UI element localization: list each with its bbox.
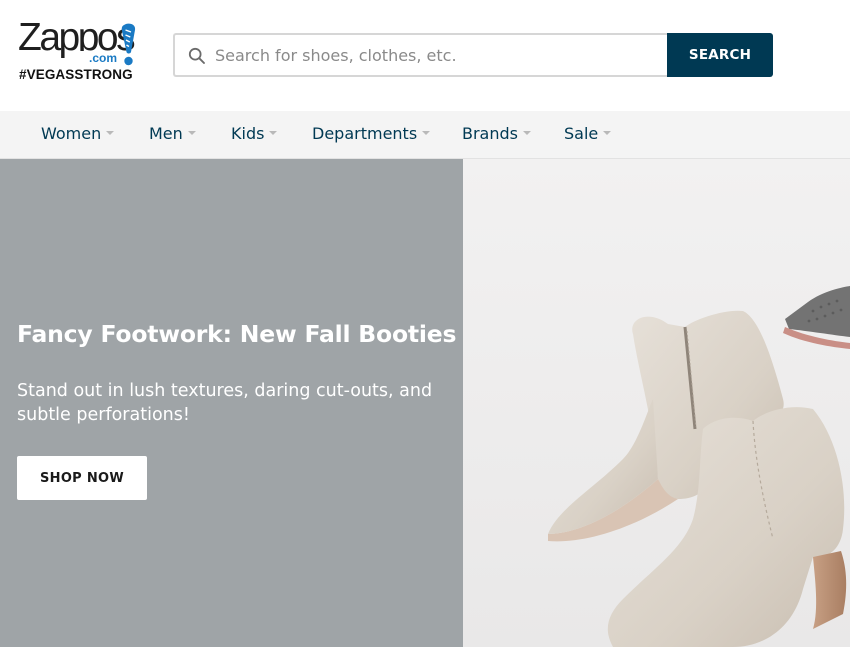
suede-ankle-booties-image [463, 159, 850, 647]
nav-item-label: Men [149, 124, 183, 143]
nav-item-women[interactable]: Women [41, 111, 115, 158]
search-button[interactable]: SEARCH [667, 33, 773, 77]
nav-item-men[interactable]: Men [149, 111, 196, 158]
hero-title: Fancy Footwork: New Fall Booties [17, 320, 457, 348]
hero-subtitle: Stand out in lush textures, daring cut-o… [17, 381, 433, 425]
nav-item-label: Women [41, 124, 102, 143]
chevron-down-icon [187, 130, 196, 135]
shop-now-button[interactable]: SHOP NOW [17, 456, 147, 500]
logo-shoe-icon [121, 23, 136, 66]
zappos-logo[interactable]: Zappos .com #VEGASSTRONG [18, 18, 142, 88]
nav-item-label: Departments [312, 124, 418, 143]
nav-item-departments[interactable]: Departments [312, 111, 431, 158]
chevron-down-icon [269, 130, 278, 135]
search-input[interactable] [215, 41, 655, 69]
logo-domain-suffix: .com [74, 51, 120, 65]
vegas-strong-hashtag: #VEGASSTRONG [19, 67, 133, 82]
nav-item-brands[interactable]: Brands [462, 111, 531, 158]
hero-image-panel[interactable] [463, 159, 850, 647]
search-icon [188, 47, 205, 64]
search-field-box[interactable] [173, 33, 668, 77]
chevron-down-icon [523, 130, 531, 135]
nav-item-kids[interactable]: Kids [231, 111, 278, 158]
nav-item-label: Sale [564, 124, 599, 143]
search-bar: SEARCH [173, 33, 773, 77]
nav-item-label: Brands [462, 124, 518, 143]
nav-item-sale[interactable]: Sale [564, 111, 612, 158]
hero-text-panel: Fancy Footwork: New Fall Booties Stand o… [0, 159, 463, 647]
nav-item-label: Kids [231, 124, 265, 143]
hero-banner[interactable]: Fancy Footwork: New Fall Booties Stand o… [0, 159, 850, 647]
chevron-down-icon [603, 130, 612, 135]
chevron-down-icon [106, 130, 115, 135]
chevron-down-icon [422, 130, 431, 135]
site-header: Zappos .com #VEGASSTRONG SEARCH [0, 0, 850, 111]
main-navigation: Women Men Kids Departments Brands Sale [0, 111, 850, 159]
